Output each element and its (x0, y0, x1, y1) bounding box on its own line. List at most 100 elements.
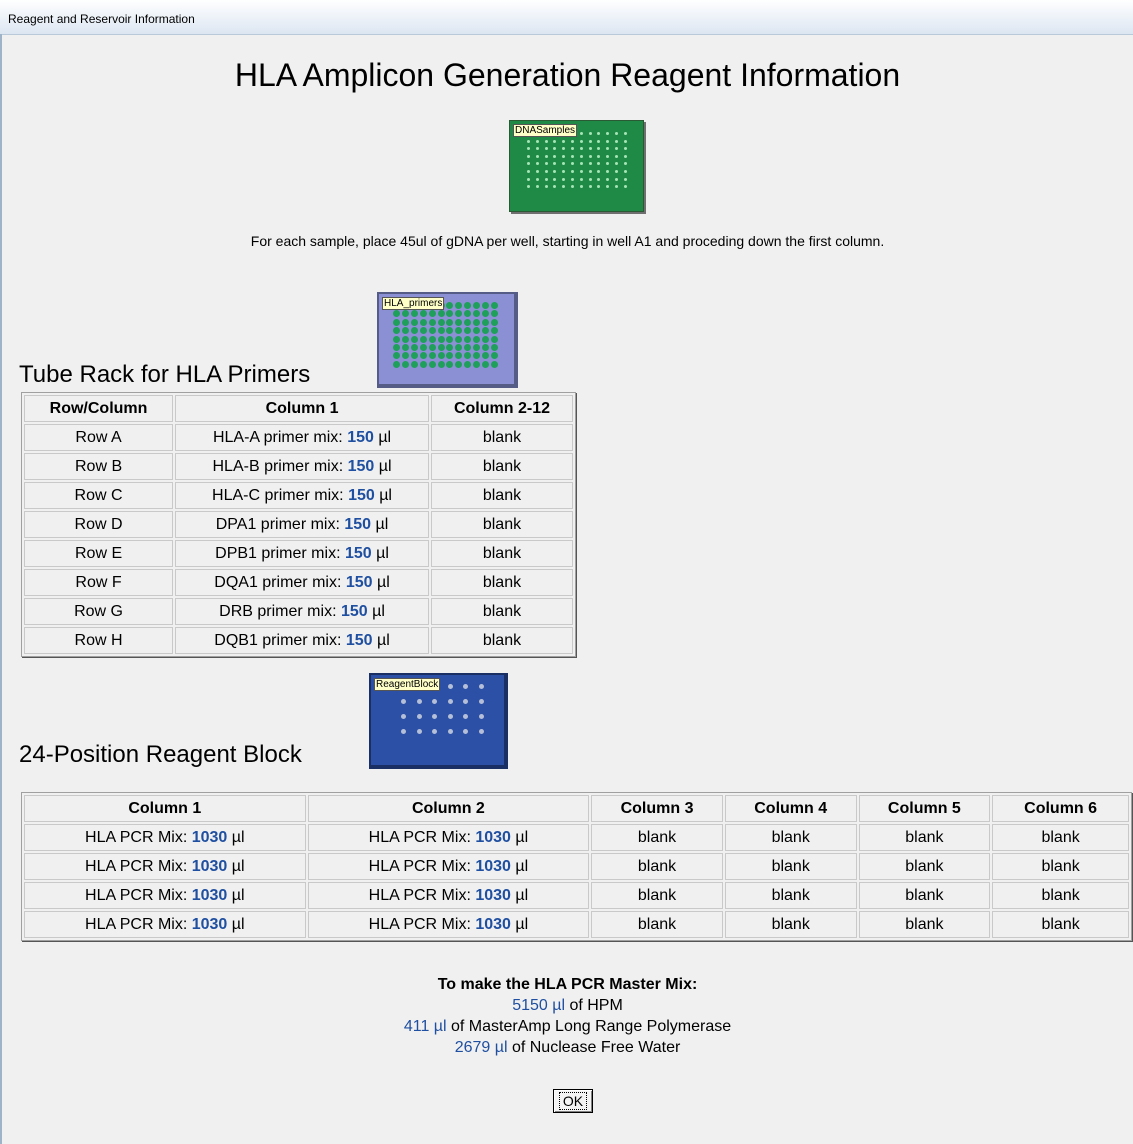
well-dot (482, 360, 489, 368)
table-row: HLA PCR Mix: 1030 µl HLA PCR Mix: 1030 µ… (24, 911, 1129, 938)
blank-cell: blank (858, 882, 991, 909)
well-dot (623, 162, 627, 166)
well-dot (432, 729, 437, 734)
well-dot (615, 132, 618, 135)
well-dot (606, 185, 610, 189)
well-dot (615, 185, 618, 189)
well-dot (490, 302, 498, 309)
blank-cell: blank (992, 882, 1129, 909)
primer-name: DPB1 primer mix: (215, 544, 345, 562)
mix-name: HLA PCR Mix: (85, 915, 192, 933)
well-dot (401, 335, 409, 343)
reagent-block-title: 24-Position Reagent Block (19, 741, 302, 768)
mix-description: of HPM (565, 997, 623, 1014)
volume-unit: µl (510, 857, 529, 875)
blank-cell: blank (430, 511, 573, 538)
well-dot (473, 335, 481, 343)
well-dot (544, 154, 548, 158)
well-dot (410, 335, 418, 343)
ok-button[interactable]: OK (553, 1089, 593, 1113)
well-dot (535, 147, 539, 151)
blank-cell: blank (858, 853, 991, 880)
volume-unit: µl (372, 573, 390, 591)
blank-cell: blank (430, 424, 573, 451)
volume-unit: µl (510, 915, 529, 933)
blank-cell: blank (992, 853, 1129, 880)
primer-cell: DQA1 primer mix: 150 µl (175, 569, 429, 596)
volume-unit: µl (227, 828, 245, 846)
well-dot (401, 729, 406, 734)
primer-name: HLA-A primer mix: (212, 428, 348, 446)
well-dot (527, 185, 530, 189)
volume-value: 150 (348, 486, 375, 504)
well-dot (482, 352, 489, 360)
table-row: HLA PCR Mix: 1030 µl HLA PCR Mix: 1030 µ… (24, 853, 1129, 880)
well-dot (393, 335, 400, 343)
well-dot (464, 360, 472, 368)
well-dot (579, 177, 583, 181)
well-dot (623, 170, 627, 173)
well-dot (447, 699, 453, 704)
primer-name: DQA1 primer mix: (214, 573, 346, 591)
page-title: HLA Amplicon Generation Reagent Informat… (234, 57, 901, 93)
well-dot (463, 699, 468, 704)
well-dot (562, 185, 566, 189)
volume-unit: µl (373, 428, 392, 446)
well-dot (447, 684, 453, 689)
well-dot (437, 352, 445, 360)
well-dot (482, 327, 489, 335)
reagent-block-label: ReagentBlock (374, 678, 441, 691)
well-dot (579, 185, 583, 189)
table-row: HLA PCR Mix: 1030 µl HLA PCR Mix: 1030 µ… (24, 824, 1129, 851)
well-dot (455, 352, 463, 360)
dialog-content: HLA Amplicon Generation Reagent Informat… (2, 35, 1133, 1144)
well-dot (432, 714, 437, 719)
well-dot (455, 327, 463, 335)
well-dot (464, 335, 472, 343)
well-dot (597, 132, 601, 135)
well-dot (393, 318, 400, 326)
well-dot (464, 310, 472, 318)
well-dot (571, 170, 574, 173)
well-dot (419, 344, 427, 351)
well-dot (588, 177, 592, 181)
well-dot (571, 162, 574, 166)
volume-unit: µl (371, 515, 389, 533)
pcr-mix-cell: HLA PCR Mix: 1030 µl (24, 882, 306, 909)
well-dot (455, 335, 463, 343)
well-dot (490, 352, 498, 360)
blank-cell: blank (724, 882, 857, 909)
well-dot (571, 147, 574, 151)
well-dot (527, 162, 530, 166)
primer-cell: DRB primer mix: 150 µl (175, 598, 429, 625)
volume-unit: µl (372, 631, 390, 649)
well-dot (606, 132, 610, 135)
well-dot (588, 132, 592, 135)
well-dot (464, 318, 472, 326)
well-dot (401, 360, 409, 368)
well-dot (535, 162, 539, 166)
volume-value: 150 (344, 515, 372, 533)
well-dot (490, 344, 498, 351)
well-dot (562, 154, 566, 158)
well-dot (446, 360, 454, 368)
volume-value: 1030 (475, 915, 511, 933)
well-dot (588, 154, 592, 158)
blank-cell: blank (430, 540, 573, 567)
volume-unit: µl (371, 544, 389, 562)
well-dot (571, 139, 574, 143)
instruction-text: For each sample, place 45ul of gDNA per … (250, 233, 885, 249)
dna-samples-plate-label: DNASamples (513, 124, 578, 137)
well-dot (597, 170, 601, 173)
well-dot (478, 699, 484, 704)
volume-value: 150 (347, 457, 375, 475)
well-dot (623, 154, 627, 158)
well-dot (478, 729, 484, 734)
window-titlebar[interactable]: Reagent and Reservoir Information (0, 0, 1133, 35)
well-dot (437, 335, 445, 343)
master-mix-section: To make the HLA PCR Master Mix: 5150 µl … (2, 974, 1133, 1058)
well-dot (446, 352, 454, 360)
primer-cell: HLA-C primer mix: 150 µl (175, 482, 429, 509)
primer-name: DQB1 primer mix: (214, 631, 346, 649)
well-dot (597, 177, 601, 181)
